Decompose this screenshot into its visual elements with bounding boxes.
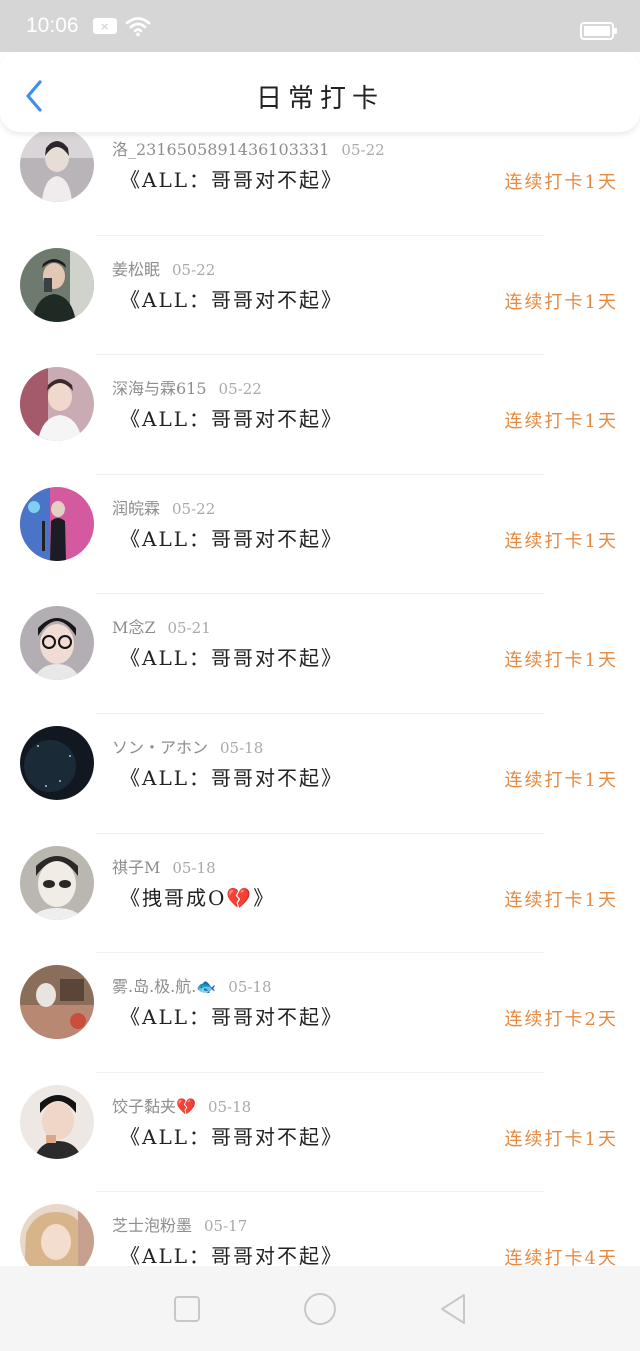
checkin-list[interactable]: 洛_2316505891436103331 05-22 《ALL：哥哥对不起》 连… [0, 116, 640, 1266]
checkin-row[interactable]: ソン・アホン 05-18 《ALL：哥哥对不起》 连续打卡1天 [0, 714, 640, 834]
status-time: 10:06 [26, 14, 79, 37]
checkin-content[interactable]: 《ALL：哥哥对不起》 [120, 642, 343, 671]
username[interactable]: 芝士泡粉墨 [112, 1216, 192, 1235]
checkin-date: 05-18 [172, 858, 216, 877]
checkin-meta: 深海与霖615 05-22 [112, 375, 262, 399]
wifi-icon [125, 17, 150, 37]
checkin-content[interactable]: 《ALL：哥哥对不起》 [120, 164, 343, 193]
checkin-meta: 雾.岛.极.航.🐟 05-18 [112, 973, 272, 997]
avatar[interactable] [20, 965, 94, 1040]
avatar[interactable] [20, 367, 94, 442]
streak-label: 连续打卡1天 [504, 769, 618, 791]
avatar[interactable] [20, 486, 94, 561]
recents-button[interactable] [170, 1292, 204, 1326]
checkin-meta: 姜松眠 05-22 [112, 256, 215, 280]
username[interactable]: 洛_2316505891436103331 [112, 140, 329, 159]
username[interactable]: 姜松眠 [112, 260, 160, 279]
avatar[interactable] [20, 1204, 94, 1266]
checkin-row[interactable]: 姜松眠 05-22 《ALL：哥哥对不起》 连续打卡1天 [0, 236, 640, 356]
checkin-meta: 芝士泡粉墨 05-17 [112, 1212, 247, 1236]
avatar[interactable] [20, 845, 94, 920]
avatar[interactable] [20, 606, 94, 681]
home-button[interactable] [303, 1292, 337, 1326]
checkin-content[interactable]: 《ALL：哥哥对不起》 [120, 1240, 343, 1266]
username[interactable]: 润皖霖 [112, 499, 160, 518]
avatar[interactable] [20, 128, 94, 202]
header: 日常打卡 [0, 52, 640, 132]
checkin-content[interactable]: 《拽哥成O💔》 [120, 882, 275, 911]
checkin-meta: 洛_2316505891436103331 05-22 [112, 136, 385, 160]
page-title: 日常打卡 [255, 84, 384, 114]
avatar[interactable] [20, 725, 94, 800]
streak-label: 连续打卡1天 [504, 530, 618, 552]
checkin-content[interactable]: 《ALL：哥哥对不起》 [120, 762, 343, 791]
checkin-date: 05-22 [172, 499, 216, 518]
checkin-row[interactable]: 芝士泡粉墨 05-17 《ALL：哥哥对不起》 连续打卡4天 [0, 1192, 640, 1266]
streak-label: 连续打卡4天 [504, 1248, 618, 1266]
system-nav-bar [0, 1266, 640, 1351]
checkin-date: 05-21 [167, 619, 211, 638]
home-circle-icon [303, 1292, 336, 1325]
checkin-date: 05-18 [228, 978, 272, 997]
checkin-row[interactable]: M念Z 05-21 《ALL：哥哥对不起》 连续打卡1天 [0, 594, 640, 714]
username[interactable]: 饺子黏夹💔 [112, 1097, 196, 1116]
streak-label: 连续打卡1天 [504, 411, 618, 433]
notification-icon: × [92, 18, 117, 34]
checkin-date: 05-22 [341, 141, 385, 159]
checkin-content[interactable]: 《ALL：哥哥对不起》 [120, 284, 343, 313]
streak-label: 连续打卡2天 [504, 1009, 618, 1031]
status-bar: 10:06 × [0, 0, 640, 52]
checkin-date: 05-18 [220, 738, 264, 757]
checkin-meta: 润皖霖 05-22 [112, 495, 215, 519]
checkin-meta: M念Z 05-21 [112, 614, 211, 638]
avatar[interactable] [20, 1084, 94, 1159]
back-button[interactable] [436, 1292, 470, 1326]
checkin-date: 05-18 [207, 1097, 252, 1116]
username[interactable]: 雾.岛.极.航.🐟 [112, 977, 216, 996]
streak-label: 连续打卡1天 [504, 650, 618, 672]
checkin-row[interactable]: 润皖霖 05-22 《ALL：哥哥对不起》 连续打卡1天 [0, 475, 640, 595]
recents-square-icon [173, 1295, 200, 1322]
username[interactable]: M念Z [112, 618, 156, 637]
checkin-date: 05-17 [204, 1217, 248, 1236]
checkin-meta: 祺子M 05-18 [112, 854, 216, 878]
checkin-content[interactable]: 《ALL：哥哥对不起》 [120, 1001, 343, 1030]
username[interactable]: 祺子M [112, 858, 160, 877]
checkin-meta: 饺子黏夹💔 05-18 [112, 1093, 251, 1117]
checkin-content[interactable]: 《ALL：哥哥对不起》 [120, 1121, 343, 1150]
checkin-date: 05-22 [218, 380, 262, 399]
checkin-row[interactable]: 深海与霖615 05-22 《ALL：哥哥对不起》 连续打卡1天 [0, 355, 640, 475]
checkin-date: 05-22 [172, 260, 216, 279]
checkin-content[interactable]: 《ALL：哥哥对不起》 [120, 523, 343, 552]
back-triangle-icon [441, 1293, 466, 1324]
streak-label: 连续打卡1天 [504, 291, 618, 313]
checkin-row[interactable]: 洛_2316505891436103331 05-22 《ALL：哥哥对不起》 连… [0, 116, 640, 236]
battery-icon [580, 22, 617, 40]
streak-label: 连续打卡1天 [504, 172, 618, 193]
username[interactable]: 深海与霖615 [112, 379, 207, 398]
checkin-row[interactable]: 雾.岛.极.航.🐟 05-18 《ALL：哥哥对不起》 连续打卡2天 [0, 953, 640, 1073]
checkin-meta: ソン・アホン 05-18 [112, 734, 263, 758]
streak-label: 连续打卡1天 [504, 1128, 618, 1150]
checkin-row[interactable]: 祺子M 05-18 《拽哥成O💔》 连续打卡1天 [0, 834, 640, 954]
streak-label: 连续打卡1天 [504, 889, 618, 911]
username[interactable]: ソン・アホン [112, 738, 208, 757]
checkin-row[interactable]: 饺子黏夹💔 05-18 《ALL：哥哥对不起》 连续打卡1天 [0, 1073, 640, 1193]
checkin-content[interactable]: 《ALL：哥哥对不起》 [120, 403, 343, 432]
avatar[interactable] [20, 247, 94, 322]
